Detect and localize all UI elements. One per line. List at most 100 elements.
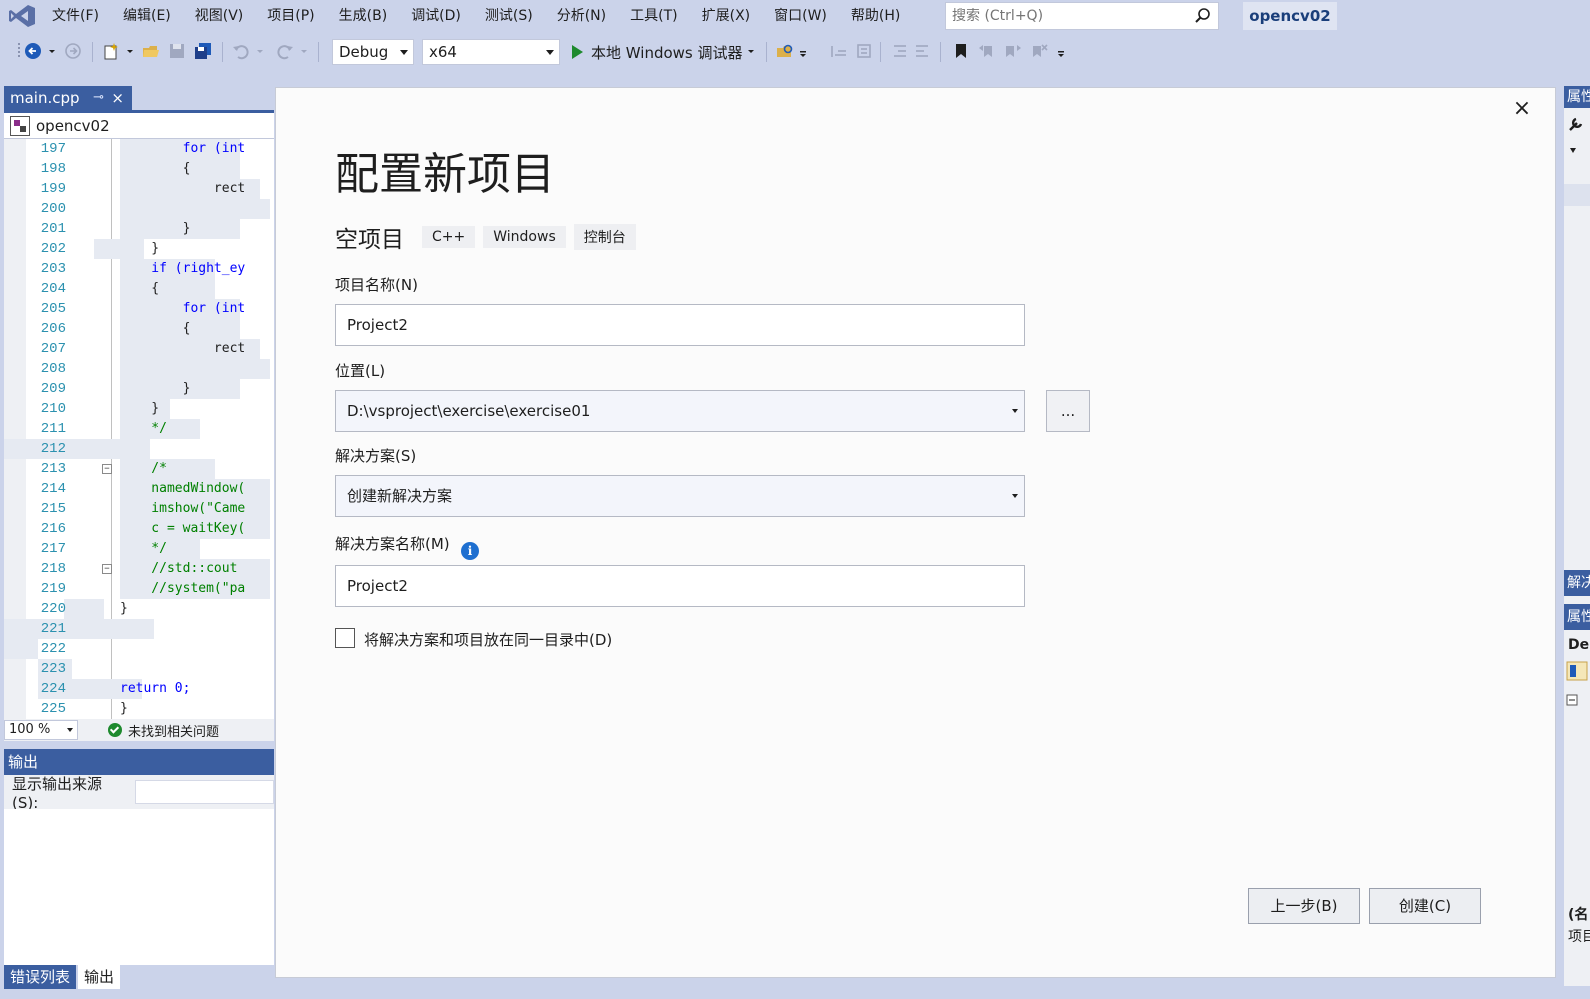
wrench-icon[interactable] bbox=[1564, 114, 1590, 134]
line-number: 209 bbox=[40, 381, 66, 397]
code-line: 224 return 0; bbox=[4, 679, 274, 699]
categorized-view-icon[interactable] bbox=[1564, 660, 1590, 682]
output-text-area[interactable] bbox=[4, 809, 274, 965]
chevron-down-icon[interactable] bbox=[1012, 409, 1018, 413]
menu-item-9[interactable]: 扩展(X) bbox=[690, 0, 763, 32]
code-line: 203 if (right_ey bbox=[4, 259, 274, 279]
line-number: 220 bbox=[40, 601, 66, 617]
configuration-dropdown[interactable]: Debug bbox=[332, 39, 414, 65]
menu-item-3[interactable]: 项目(P) bbox=[255, 0, 326, 32]
menu-item-4[interactable]: 生成(B) bbox=[327, 0, 400, 32]
expand-arrow-icon[interactable] bbox=[1564, 144, 1590, 160]
chevron-down-icon[interactable] bbox=[1012, 494, 1018, 498]
menu-item-8[interactable]: 工具(T) bbox=[618, 0, 689, 32]
line-number: 222 bbox=[40, 641, 66, 657]
code-line: 215 imshow("Came bbox=[4, 499, 274, 519]
create-button[interactable]: 创建(C) bbox=[1369, 888, 1481, 924]
line-number: 225 bbox=[40, 701, 66, 717]
collapse-region-icon[interactable]: − bbox=[102, 464, 112, 474]
menu-item-11[interactable]: 帮助(H) bbox=[839, 0, 912, 32]
chevron-down-icon[interactable] bbox=[48, 42, 56, 60]
code-text: imshow("Came bbox=[120, 501, 246, 516]
dialog-title: 配置新项目 bbox=[335, 149, 555, 200]
navigation-project-name: opencv02 bbox=[36, 116, 110, 135]
search-box[interactable] bbox=[945, 2, 1219, 30]
menu-item-0[interactable]: 文件(F) bbox=[40, 0, 111, 32]
clear-bookmarks-icon[interactable] bbox=[1030, 42, 1048, 60]
comment-lines-icon[interactable] bbox=[830, 42, 848, 60]
code-line: 208 bbox=[4, 359, 274, 379]
info-icon[interactable]: i bbox=[461, 542, 479, 560]
location-value: D:\vsproject\exercise\exercise01 bbox=[347, 402, 591, 420]
save-all-icon[interactable] bbox=[194, 42, 212, 60]
bookmark-icon[interactable] bbox=[952, 42, 970, 60]
chevron-down-icon bbox=[67, 728, 73, 732]
selection-highlight bbox=[64, 599, 104, 619]
chevron-down-icon bbox=[400, 50, 408, 55]
pin-icon[interactable]: ⊸ bbox=[93, 86, 104, 110]
chevron-down-icon[interactable] bbox=[126, 42, 134, 60]
close-icon[interactable]: × bbox=[1509, 96, 1535, 122]
save-icon[interactable] bbox=[168, 42, 186, 60]
open-file-icon[interactable] bbox=[142, 42, 160, 60]
search-input[interactable] bbox=[952, 8, 1194, 24]
chevron-down-icon[interactable] bbox=[256, 42, 264, 60]
tree-row-selected[interactable] bbox=[1564, 184, 1590, 206]
uncomment-lines-icon[interactable] bbox=[856, 42, 874, 60]
browse-button[interactable]: ... bbox=[1046, 390, 1090, 432]
panel-title-properties-top: 属性 bbox=[1564, 86, 1590, 108]
menu-item-5[interactable]: 调试(D) bbox=[399, 0, 473, 32]
solution-combobox[interactable]: 创建新解决方案 bbox=[335, 475, 1025, 517]
standard-toolbar: Debug x64 本地 Windows 调试器 bbox=[0, 34, 1590, 68]
line-number: 199 bbox=[40, 181, 66, 197]
start-debugging-button[interactable]: 本地 Windows 调试器 bbox=[572, 39, 743, 65]
project-navigation-bar[interactable]: opencv02 bbox=[4, 113, 274, 139]
code-text: return 0; bbox=[120, 681, 191, 696]
zoom-dropdown[interactable]: 100 % bbox=[4, 720, 78, 740]
menu-item-1[interactable]: 编辑(E) bbox=[111, 0, 183, 32]
navigate-forward-icon[interactable] bbox=[64, 42, 82, 60]
output-source-dropdown[interactable] bbox=[135, 780, 274, 804]
same-directory-checkbox[interactable] bbox=[335, 628, 355, 648]
increase-indent-icon[interactable] bbox=[914, 42, 932, 60]
selection-highlight bbox=[120, 359, 270, 379]
collapse-region-icon[interactable]: − bbox=[102, 564, 112, 574]
same-directory-label[interactable]: 将解决方案和项目放在同一目录中(D) bbox=[364, 629, 612, 650]
navigate-back-icon[interactable] bbox=[24, 42, 42, 60]
redo-icon[interactable] bbox=[276, 42, 294, 60]
new-project-icon[interactable] bbox=[102, 42, 120, 60]
tab-solution-explorer[interactable]: 解决 bbox=[1564, 570, 1590, 596]
tab-error-list[interactable]: 错误列表 bbox=[4, 965, 77, 989]
back-button[interactable]: 上一步(B) bbox=[1248, 888, 1360, 924]
menu-item-7[interactable]: 分析(N) bbox=[545, 0, 618, 32]
code-text: for (int bbox=[120, 141, 246, 156]
chevron-down-icon[interactable] bbox=[747, 42, 755, 60]
line-number: 212 bbox=[40, 441, 66, 457]
code-line: 206 { bbox=[4, 319, 274, 339]
collapse-box-icon[interactable] bbox=[1564, 692, 1590, 710]
undo-icon[interactable] bbox=[232, 42, 250, 60]
code-editor[interactable]: 197 for (int 198 {199 rect 200 201 } 202 } 20… bbox=[4, 139, 274, 719]
decrease-indent-icon[interactable] bbox=[890, 42, 908, 60]
code-line: 201 } bbox=[4, 219, 274, 239]
menu-item-6[interactable]: 测试(S) bbox=[473, 0, 545, 32]
menu-item-2[interactable]: 视图(V) bbox=[183, 0, 256, 32]
platform-dropdown[interactable]: x64 bbox=[422, 39, 560, 65]
chevron-down-icon[interactable] bbox=[300, 42, 308, 60]
tab-output[interactable]: 输出 bbox=[78, 965, 121, 989]
find-in-files-icon[interactable] bbox=[776, 42, 794, 60]
next-bookmark-icon[interactable] bbox=[1004, 42, 1022, 60]
menu-item-10[interactable]: 窗口(W) bbox=[762, 0, 839, 32]
toolbar-overflow-icon[interactable] bbox=[1056, 42, 1066, 60]
close-tab-icon[interactable]: × bbox=[111, 86, 124, 110]
toolbar-overflow-icon[interactable] bbox=[798, 42, 808, 60]
visual-studio-logo-icon[interactable] bbox=[8, 4, 36, 28]
line-number: 208 bbox=[40, 361, 66, 377]
document-tab-main-cpp[interactable]: main.cpp ⊸ × bbox=[4, 86, 132, 110]
issues-status[interactable]: 未找到相关问题 bbox=[128, 721, 219, 740]
previous-bookmark-icon[interactable] bbox=[978, 42, 996, 60]
location-combobox[interactable]: D:\vsproject\exercise\exercise01 bbox=[335, 390, 1025, 432]
chevron-down-icon bbox=[546, 50, 554, 55]
solution-name-input[interactable] bbox=[335, 565, 1025, 607]
project-name-input[interactable] bbox=[335, 304, 1025, 346]
